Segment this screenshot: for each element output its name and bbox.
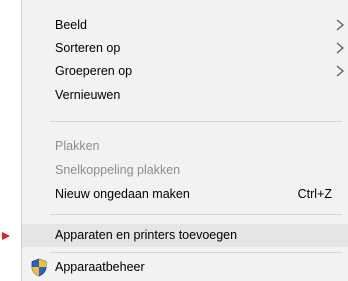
menu-item-nieuw-ongedaan-maken[interactable]: Nieuw ongedaan maken Ctrl+Z	[22, 183, 348, 206]
pointer-arrow-icon	[2, 232, 10, 240]
menu-item-label: Beeld	[55, 18, 87, 32]
chevron-right-icon	[336, 19, 344, 31]
menu-item-apparaatbeheer[interactable]: Apparaatbeheer	[22, 256, 348, 279]
menu-item-label: Vernieuwen	[55, 88, 121, 102]
menu-item-apparaten-en-printers-toevoegen[interactable]: Apparaten en printers toevoegen	[22, 224, 348, 247]
menu-item-shortcut: Ctrl+Z	[297, 187, 332, 201]
context-menu: Beeld Sorteren op Groeperen op Vernieuwe…	[21, 0, 348, 281]
menu-item-label: Sorteren op	[55, 41, 121, 55]
menu-item-groeperen-op[interactable]: Groeperen op	[22, 60, 348, 83]
menu-item-plakken[interactable]: Plakken	[22, 135, 348, 158]
menu-separator	[50, 214, 342, 215]
uac-shield-icon	[31, 258, 47, 277]
menu-item-beeld[interactable]: Beeld	[22, 14, 348, 37]
chevron-right-icon	[336, 42, 344, 54]
menu-item-label: Nieuw ongedaan maken	[55, 187, 190, 201]
menu-item-vernieuwen[interactable]: Vernieuwen	[22, 84, 348, 107]
menu-item-label: Plakken	[55, 139, 100, 153]
menu-item-sorteren-op[interactable]: Sorteren op	[22, 37, 348, 60]
menu-item-label: Snelkoppeling plakken	[55, 163, 181, 177]
menu-item-snelkoppeling-plakken[interactable]: Snelkoppeling plakken	[22, 159, 348, 182]
menu-item-label: Apparaten en printers toevoegen	[55, 228, 238, 242]
menu-separator	[50, 121, 342, 122]
screen: Beeld Sorteren op Groeperen op Vernieuwe…	[0, 0, 348, 281]
chevron-right-icon	[336, 65, 344, 77]
menu-item-label: Apparaatbeheer	[55, 260, 145, 274]
menu-separator	[50, 252, 342, 253]
menu-item-label: Groeperen op	[55, 64, 133, 78]
